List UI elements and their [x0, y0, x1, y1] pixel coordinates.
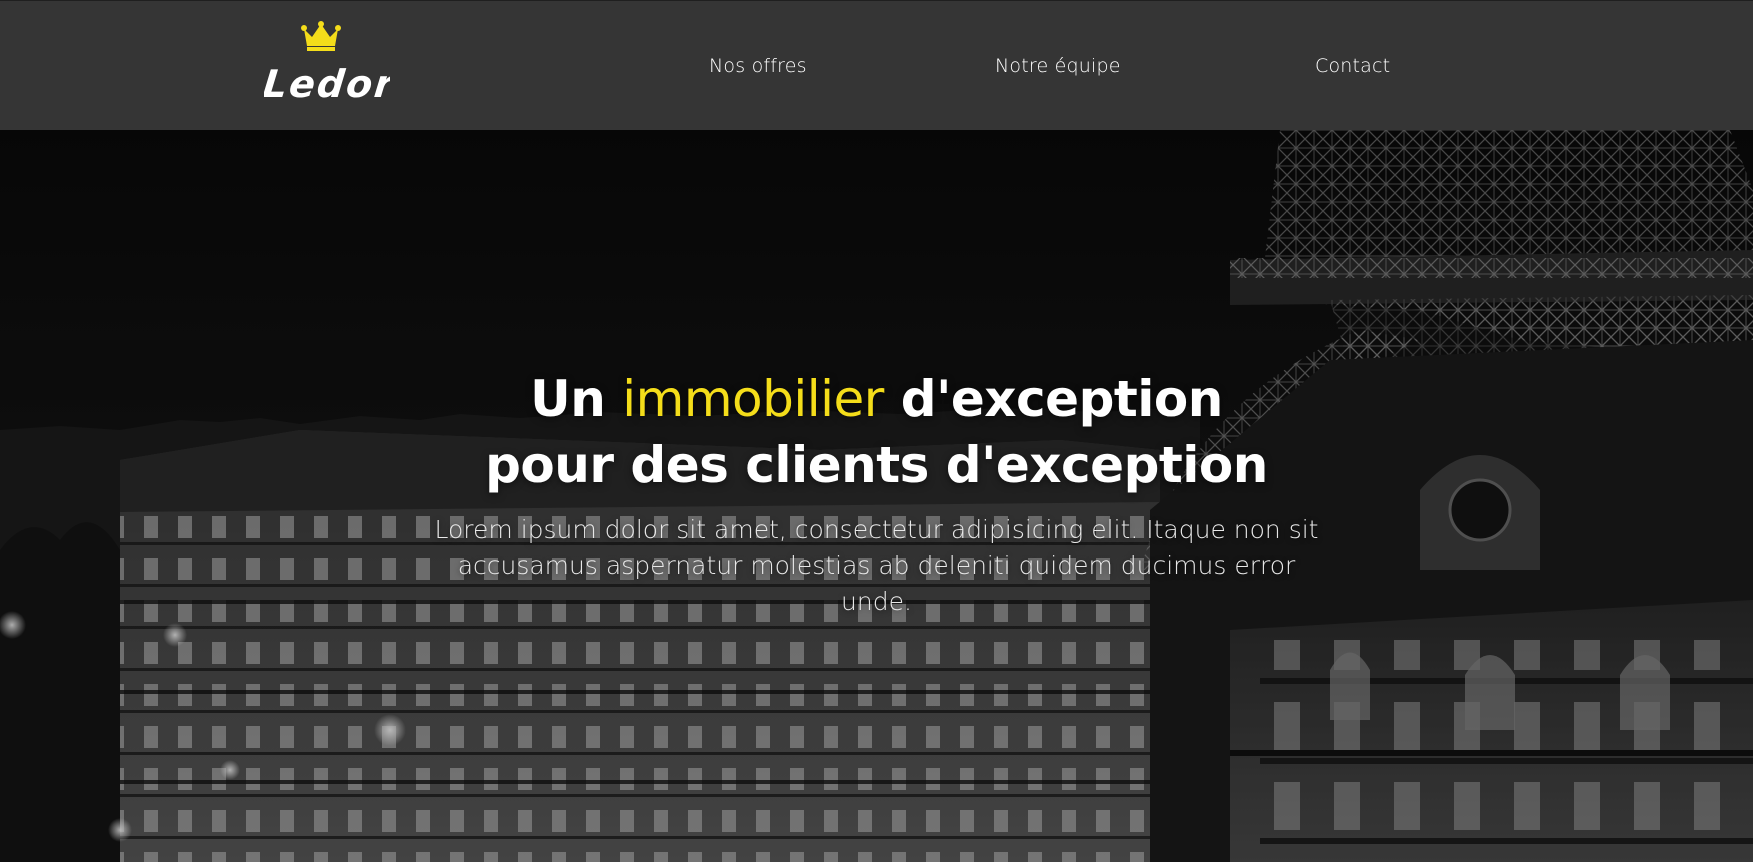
hero-title: Un immobilier d'exception pour des clien…	[0, 366, 1753, 498]
hero-title-part2: d'exception	[883, 370, 1224, 428]
hero-title-part1: Un	[530, 370, 623, 428]
hero-title-line2: pour des clients d'exception	[485, 436, 1268, 494]
hero-subtitle: Lorem ipsum dolor sit amet, consectetur …	[434, 515, 1319, 616]
nav-notre-equipe[interactable]: Notre équipe	[995, 55, 1121, 77]
main-nav: Nos offres Notre équipe Contact	[0, 1, 1753, 131]
site-header: Ledor Nos offres Notre équipe Contact	[0, 0, 1753, 130]
nav-nos-offres[interactable]: Nos offres	[709, 55, 807, 77]
hero-text-block: Un immobilier d'exception pour des clien…	[0, 366, 1753, 620]
nav-contact[interactable]: Contact	[1315, 55, 1390, 77]
hero-section: Un immobilier d'exception pour des clien…	[0, 130, 1753, 862]
hero-title-accent: immobilier	[622, 370, 884, 428]
page: Ledor Nos offres Notre équipe Contact Un…	[0, 0, 1753, 862]
